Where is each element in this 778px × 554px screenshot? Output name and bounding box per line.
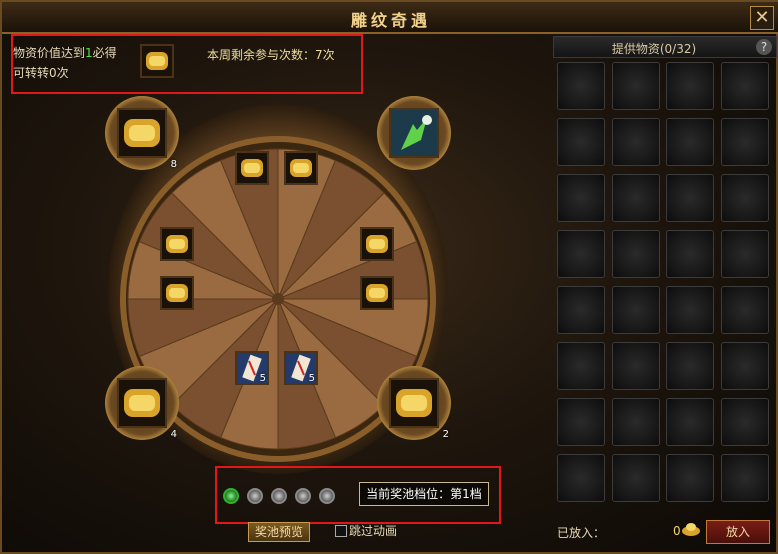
gold-scroll-icon xyxy=(124,119,160,147)
supply-slot[interactable] xyxy=(557,230,605,278)
item-count: 4 xyxy=(170,429,177,440)
supply-slot[interactable] xyxy=(666,398,714,446)
close-button[interactable]: ✕ xyxy=(750,6,774,30)
supply-slot[interactable] xyxy=(666,342,714,390)
corner-reward-top-right[interactable] xyxy=(377,96,451,170)
wheel-item[interactable] xyxy=(360,276,394,310)
supply-slot[interactable] xyxy=(611,286,660,334)
gold-scroll-icon xyxy=(366,284,388,302)
tier-level-2[interactable] xyxy=(247,488,263,504)
wheel-item[interactable] xyxy=(360,227,394,261)
wheel-item[interactable] xyxy=(160,276,194,310)
supply-slot[interactable] xyxy=(611,62,660,110)
supply-slot[interactable] xyxy=(611,230,660,278)
spin-count-text: 可转转0次 xyxy=(13,66,69,80)
gold-scroll-icon xyxy=(166,235,188,253)
value-threshold-text: 物资价值达到1必得 xyxy=(13,46,117,60)
supply-count-label: 提供物资(0/32) xyxy=(611,42,697,56)
wheel-item[interactable] xyxy=(235,151,269,185)
placed-value: 0 xyxy=(673,524,681,538)
supply-slot[interactable] xyxy=(557,342,605,390)
item-count: 8 xyxy=(170,159,177,170)
green-plant-icon xyxy=(391,110,437,156)
supply-slot[interactable] xyxy=(720,230,769,278)
corner-reward-bottom-right[interactable]: 2 xyxy=(377,366,451,440)
supply-slot[interactable] xyxy=(611,398,660,446)
supply-slot[interactable] xyxy=(611,174,660,222)
current-tier-label: 当前奖池档位：第1档 xyxy=(359,482,489,506)
wheel-item[interactable]: 5 xyxy=(284,351,318,385)
gold-scroll-icon xyxy=(166,284,188,302)
supply-slot[interactable] xyxy=(557,286,605,334)
supply-slot[interactable] xyxy=(557,118,605,166)
supply-header: 提供物资(0/32) ? xyxy=(553,36,777,58)
lottery-panel: 物资价值达到1必得 可转转0次 本周剩余参与次数：7次 8 4 2 5 5 当前… xyxy=(5,34,547,554)
supply-slot[interactable] xyxy=(666,118,714,166)
item-count: 5 xyxy=(308,373,315,384)
game-window: 雕纹奇遇 ✕ 物资价值达到1必得 可转转0次 本周剩余参与次数：7次 8 4 2… xyxy=(0,0,778,554)
help-icon[interactable]: ? xyxy=(756,39,772,55)
gold-scroll-icon xyxy=(146,52,168,70)
gold-scroll-icon xyxy=(396,389,432,417)
supply-slot[interactable] xyxy=(666,286,714,334)
supply-panel: 提供物资(0/32) ? 已放入： 0 放入 xyxy=(553,34,777,554)
supply-slot[interactable] xyxy=(611,342,660,390)
title-bar: 雕纹奇遇 ✕ xyxy=(2,2,778,34)
supply-slot[interactable] xyxy=(720,62,769,110)
weekly-remaining-text: 本周剩余参与次数：7次 xyxy=(207,48,335,62)
supply-slot[interactable] xyxy=(720,118,769,166)
wheel-item[interactable] xyxy=(160,227,194,261)
skip-animation-label: 跳过动画 xyxy=(349,524,398,538)
supply-slot[interactable] xyxy=(720,286,769,334)
wheel-item[interactable]: 5 xyxy=(235,351,269,385)
supply-slot[interactable] xyxy=(720,342,769,390)
placed-label: 已放入： xyxy=(557,526,606,540)
skip-animation-checkbox[interactable] xyxy=(335,525,347,537)
pool-preview-button[interactable]: 奖池预览 xyxy=(248,522,310,542)
item-count: 5 xyxy=(259,373,266,384)
supply-slot[interactable] xyxy=(557,454,605,502)
supply-slot[interactable] xyxy=(720,174,769,222)
supply-slot[interactable] xyxy=(720,398,769,446)
supply-slot[interactable] xyxy=(557,62,605,110)
supply-slot[interactable] xyxy=(666,454,714,502)
gold-ingot-icon xyxy=(682,523,700,536)
corner-reward-bottom-left[interactable]: 4 xyxy=(105,366,179,440)
window-title: 雕纹奇遇 xyxy=(350,11,431,30)
supply-slot[interactable] xyxy=(666,174,714,222)
tier-level-3[interactable] xyxy=(271,488,287,504)
supply-slot[interactable] xyxy=(557,398,605,446)
supply-slot[interactable] xyxy=(666,230,714,278)
corner-reward-top-left[interactable]: 8 xyxy=(105,96,179,170)
wheel-item[interactable] xyxy=(284,151,318,185)
supply-slot[interactable] xyxy=(611,118,660,166)
tier-level-5[interactable] xyxy=(319,488,335,504)
reward-item-slot[interactable] xyxy=(140,44,174,78)
supply-slot[interactable] xyxy=(611,454,660,502)
supply-slot[interactable] xyxy=(720,454,769,502)
item-count: 2 xyxy=(442,429,449,440)
gold-scroll-icon xyxy=(290,159,312,177)
gold-scroll-icon xyxy=(241,159,263,177)
gold-scroll-icon xyxy=(124,389,160,417)
tier-level-4[interactable] xyxy=(295,488,311,504)
supply-slot[interactable] xyxy=(557,174,605,222)
supply-slot[interactable] xyxy=(666,62,714,110)
gold-scroll-icon xyxy=(366,235,388,253)
put-in-button[interactable]: 放入 xyxy=(706,520,770,544)
tier-level-1[interactable] xyxy=(223,488,239,504)
